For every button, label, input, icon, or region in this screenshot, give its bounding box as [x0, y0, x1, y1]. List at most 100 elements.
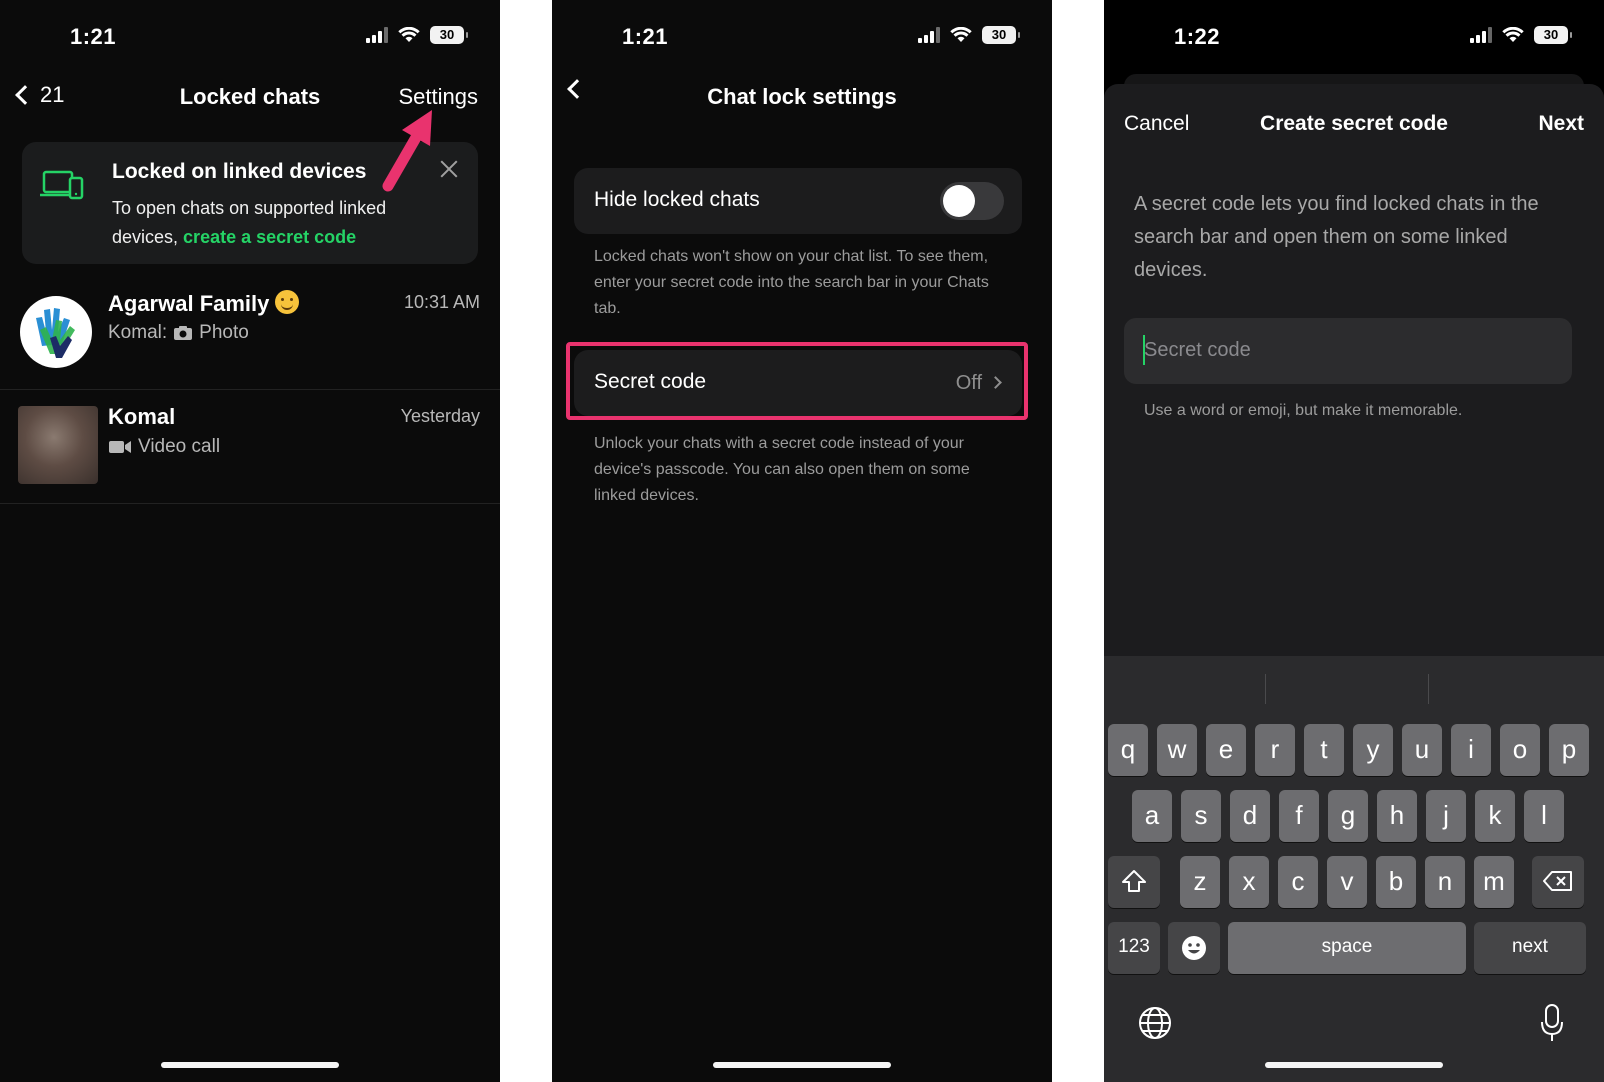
signal-icon	[918, 27, 940, 43]
secret-code-note: Unlock your chats with a secret code ins…	[594, 435, 970, 504]
key-f[interactable]: f	[1279, 790, 1319, 842]
key-a[interactable]: a	[1132, 790, 1172, 842]
wifi-icon	[950, 27, 972, 42]
key-t[interactable]: t	[1304, 724, 1344, 776]
chat-preview: Video call	[108, 436, 220, 458]
key-g[interactable]: g	[1328, 790, 1368, 842]
backspace-icon	[1543, 871, 1572, 891]
annotation-arrow-icon	[382, 110, 432, 192]
microphone-icon[interactable]	[1540, 1004, 1564, 1042]
key-j[interactable]: j	[1426, 790, 1466, 842]
key-i[interactable]: i	[1451, 724, 1491, 776]
status-icons: 30	[1470, 26, 1572, 44]
key-y[interactable]: y	[1353, 724, 1393, 776]
key-d[interactable]: d	[1230, 790, 1270, 842]
camera-icon	[174, 326, 193, 340]
wifi-icon	[398, 27, 420, 42]
phone-create-secret-code: 1:22 30 Cancel Create secret code Next A…	[1104, 0, 1604, 1082]
chat-preview: Komal: Photo	[108, 322, 249, 344]
status-time: 1:21	[622, 24, 669, 49]
status-icons: 30	[366, 26, 468, 44]
next-key[interactable]: next	[1474, 922, 1586, 974]
sheet-description: A secret code lets you find locked chats…	[1134, 193, 1539, 281]
secret-code-hint: Use a word or emoji, but make it memorab…	[1144, 402, 1463, 419]
hide-locked-note: Locked chats won't show on your chat lis…	[594, 248, 989, 317]
key-w[interactable]: w	[1157, 724, 1197, 776]
key-b[interactable]: b	[1376, 856, 1416, 908]
settings-button[interactable]: Settings	[399, 84, 479, 110]
home-indicator[interactable]	[161, 1062, 339, 1068]
video-icon	[109, 441, 131, 453]
annotation-highlight	[566, 342, 1028, 420]
chat-name: Agarwal Family	[108, 290, 300, 317]
battery-icon: 30	[982, 26, 1020, 44]
key-v[interactable]: v	[1327, 856, 1367, 908]
key-m[interactable]: m	[1474, 856, 1514, 908]
key-u[interactable]: u	[1402, 724, 1442, 776]
key-o[interactable]: o	[1500, 724, 1540, 776]
status-time: 1:21	[70, 24, 117, 49]
key-l[interactable]: l	[1524, 790, 1564, 842]
signal-icon	[366, 27, 388, 43]
wifi-icon	[1502, 27, 1524, 42]
hide-locked-chats-label: Hide locked chats	[594, 188, 760, 211]
emoji-icon	[1182, 936, 1206, 960]
globe-icon[interactable]	[1138, 1006, 1172, 1040]
secret-code-placeholder: Secret code	[1144, 339, 1251, 361]
secret-code-input[interactable]: Secret code	[1124, 318, 1572, 384]
close-icon[interactable]	[438, 158, 460, 180]
key-k[interactable]: k	[1475, 790, 1515, 842]
chat-name-text: Agarwal Family	[108, 291, 270, 316]
suggestion-divider	[1428, 674, 1429, 704]
key-p[interactable]: p	[1549, 724, 1589, 776]
status-bar: 1:22 30	[1104, 0, 1604, 80]
contact-avatar	[18, 406, 98, 484]
battery-icon: 30	[430, 26, 468, 44]
linked-devices-icon	[40, 170, 84, 200]
status-time: 1:22	[1174, 24, 1221, 49]
key-r[interactable]: r	[1255, 724, 1295, 776]
key-n[interactable]: n	[1425, 856, 1465, 908]
status-icons: 30	[918, 26, 1020, 44]
preview-text: Video call	[138, 436, 221, 457]
shift-key[interactable]	[1108, 856, 1160, 908]
banner-body: To open chats on supported linked device…	[112, 194, 442, 252]
hide-locked-chats-toggle[interactable]	[940, 182, 1004, 220]
key-s[interactable]: s	[1181, 790, 1221, 842]
chat-time: 10:31 AM	[403, 292, 480, 312]
key-q[interactable]: q	[1108, 724, 1148, 776]
toggle-knob	[943, 185, 975, 217]
preview-text: Photo	[199, 322, 249, 343]
status-bar: 1:21 30	[0, 0, 500, 80]
shift-icon	[1122, 870, 1146, 892]
nav-bar: Chat lock settings	[552, 78, 1052, 118]
hide-locked-chats-row: Hide locked chats	[574, 168, 1022, 234]
preview-sender: Komal:	[108, 322, 168, 343]
next-button[interactable]: Next	[1538, 112, 1584, 136]
phone-locked-chats: 1:21 30 21 Locked chats Settings Locked …	[0, 0, 500, 1082]
signal-icon	[1470, 27, 1492, 43]
sheet-title: Create secret code	[1260, 112, 1448, 135]
home-indicator[interactable]	[1265, 1062, 1443, 1068]
chat-row[interactable]: Komal Video call Yesterday	[0, 392, 500, 504]
chat-row[interactable]: Agarwal Family Komal: Photo 10:31 AM	[0, 278, 500, 390]
chat-time: Yesterday	[400, 406, 480, 426]
key-c[interactable]: c	[1278, 856, 1318, 908]
delete-key[interactable]	[1532, 856, 1584, 908]
phone-chat-lock-settings: 1:21 30 Chat lock settings Hide locked c…	[552, 0, 1052, 1082]
home-indicator[interactable]	[713, 1062, 891, 1068]
keyboard: qwertyuiop asdfghjkl zxcvbnm 123 space n…	[1104, 656, 1604, 1082]
key-x[interactable]: x	[1229, 856, 1269, 908]
emoji-key[interactable]	[1168, 922, 1220, 974]
status-bar: 1:21 30	[552, 0, 1052, 80]
space-key[interactable]: space	[1228, 922, 1466, 974]
smile-emoji-icon	[275, 290, 300, 314]
key-h[interactable]: h	[1377, 790, 1417, 842]
banner-title: Locked on linked devices	[112, 160, 367, 183]
suggestion-divider	[1265, 674, 1266, 704]
key-e[interactable]: e	[1206, 724, 1246, 776]
create-secret-code-link[interactable]: create a secret code	[183, 227, 356, 247]
keyboard-suggestions	[1104, 656, 1604, 714]
numbers-key[interactable]: 123	[1108, 922, 1160, 974]
key-z[interactable]: z	[1180, 856, 1220, 908]
